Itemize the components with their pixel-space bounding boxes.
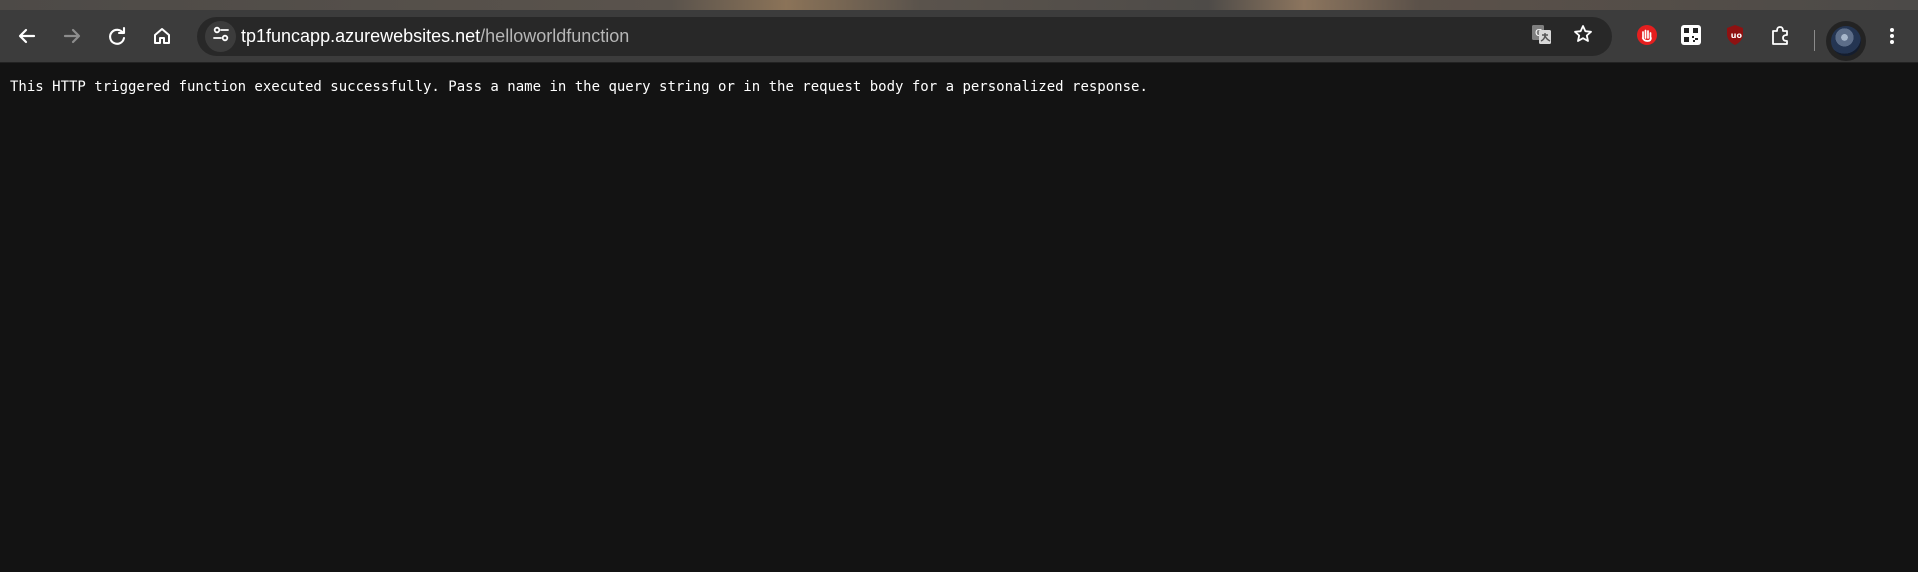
back-arrow-icon <box>16 25 38 47</box>
reload-icon <box>106 25 128 47</box>
bookmark-button[interactable] <box>1566 20 1599 53</box>
browser-toolbar: tp1funcapp.azurewebsites.net/helloworldf… <box>0 10 1918 63</box>
home-button[interactable] <box>146 20 178 52</box>
qr-code-extension-icon <box>1680 24 1702 51</box>
forward-button[interactable] <box>56 20 88 52</box>
red-hand-extension-icon <box>1635 23 1659 52</box>
profile-button[interactable] <box>1826 21 1866 61</box>
star-icon <box>1572 23 1594 50</box>
back-button[interactable] <box>11 20 43 52</box>
translate-button[interactable]: G <box>1525 20 1558 53</box>
red-hand-extension-button[interactable] <box>1632 22 1662 52</box>
browser-window: tp1funcapp.azurewebsites.net/helloworldf… <box>0 0 1918 572</box>
url-text[interactable]: tp1funcapp.azurewebsites.net/helloworldf… <box>241 26 629 47</box>
home-icon <box>151 25 173 47</box>
ublock-origin-label: uo <box>1731 31 1743 40</box>
ublock-origin-icon: uo <box>1723 23 1747 52</box>
function-response-text: This HTTP triggered function executed su… <box>10 79 1148 95</box>
toolbar-divider <box>1814 30 1815 51</box>
site-info-button[interactable] <box>205 21 236 52</box>
tab-strip-edge <box>0 0 1918 10</box>
url-domain: tp1funcapp.azurewebsites.net <box>241 26 481 46</box>
profile-avatar-icon <box>1831 26 1861 56</box>
three-dot-menu-icon <box>1881 25 1903 47</box>
translate-icon: G <box>1530 22 1554 51</box>
reload-button[interactable] <box>101 20 133 52</box>
forward-arrow-icon <box>61 25 83 47</box>
url-path: /helloworldfunction <box>480 26 630 46</box>
ublock-origin-button[interactable]: uo <box>1720 22 1750 52</box>
puzzle-extensions-icon <box>1768 23 1792 52</box>
address-bar[interactable]: tp1funcapp.azurewebsites.net/helloworldf… <box>197 17 1612 56</box>
browser-menu-button[interactable] <box>1876 20 1908 52</box>
site-settings-icon <box>211 24 231 49</box>
extensions-button[interactable] <box>1765 22 1795 52</box>
qr-code-extension-button[interactable] <box>1676 22 1706 52</box>
